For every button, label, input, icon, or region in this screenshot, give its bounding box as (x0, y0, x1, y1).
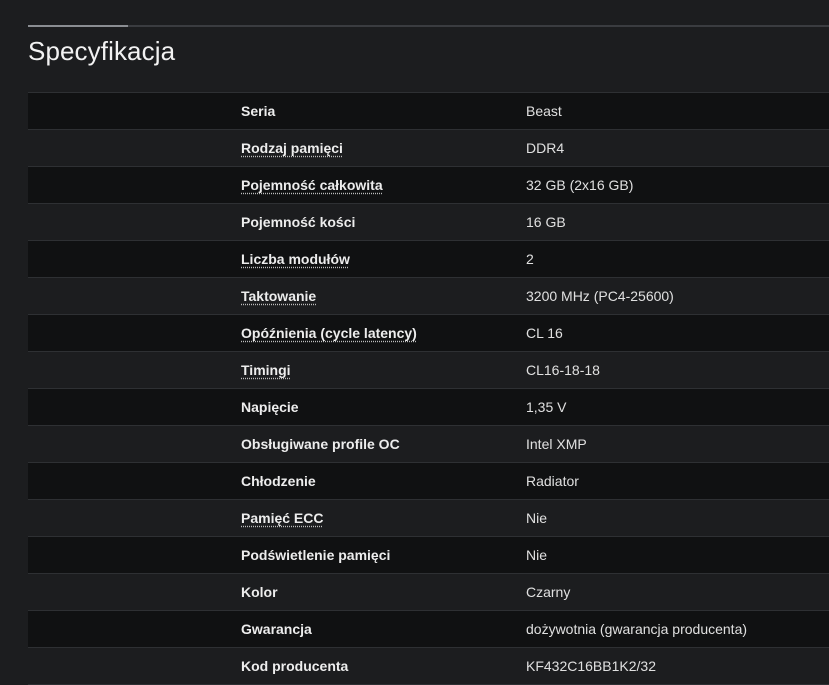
spec-value: Nie (526, 510, 548, 526)
spec-row: Liczba modułów 2 (28, 241, 829, 278)
spec-label-link[interactable]: Opóźnienia (cycle latency) (241, 315, 417, 351)
spec-value: 1,35 V (526, 399, 567, 415)
spec-value: 2 (526, 251, 534, 267)
spec-row: Obsługiwane profile OC Intel XMP (28, 426, 829, 463)
spec-value: KF432C16BB1K2/32 (526, 658, 656, 674)
spec-value: CL 16 (526, 325, 563, 341)
spec-value: Intel XMP (526, 436, 587, 452)
spec-label: Kod producenta (241, 658, 349, 674)
spec-row: Pojemność kości 16 GB (28, 204, 829, 241)
spec-label: Napięcie (241, 399, 299, 415)
spec-value: CL16-18-18 (526, 362, 600, 378)
spec-row: Napięcie 1,35 V (28, 389, 829, 426)
spec-value: 16 GB (526, 214, 566, 230)
spec-row: Taktowanie 3200 MHz (PC4-25600) (28, 278, 829, 315)
spec-row: Pamięć ECC Nie (28, 500, 829, 537)
spec-label-link[interactable]: Pojemność całkowita (241, 167, 383, 203)
spec-label: Obsługiwane profile OC (241, 436, 400, 452)
spec-value: Nie (526, 547, 548, 563)
spec-row: Timingi CL16-18-18 (28, 352, 829, 389)
spec-row: Rodzaj pamięci DDR4 (28, 130, 829, 167)
spec-row: Chłodzenie Radiator (28, 463, 829, 500)
spec-label: Pojemność kości (241, 214, 356, 230)
spec-value: DDR4 (526, 140, 565, 156)
spec-label-link[interactable]: Taktowanie (241, 278, 316, 314)
section-title: Specyfikacja (28, 36, 176, 66)
spec-row: Pojemność całkowita 32 GB (2x16 GB) (28, 167, 829, 204)
spec-row: Gwarancja dożywotnia (gwarancja producent… (28, 611, 829, 648)
spec-value: Czarny (526, 584, 571, 600)
spec-value: 3200 MHz (PC4-25600) (526, 288, 674, 304)
spec-label: Podświetlenie pamięci (241, 547, 391, 563)
spec-label: Chłodzenie (241, 473, 316, 489)
spec-label-link[interactable]: Pamięć ECC (241, 500, 323, 536)
tabs-divider (28, 25, 829, 27)
spec-label: Kolor (241, 584, 278, 600)
spec-label: Seria (241, 103, 276, 119)
active-tab-indicator (28, 25, 128, 27)
spec-row: Podświetlenie pamięci Nie (28, 537, 829, 574)
spec-value: dożywotnia (gwarancja producenta) (526, 621, 748, 637)
spec-label-link[interactable]: Liczba modułów (241, 241, 350, 277)
spec-value: 32 GB (2x16 GB) (526, 177, 634, 193)
spec-row: Kod producenta KF432C16BB1K2/32 (28, 648, 829, 685)
spec-table: Seria Beast Rodzaj pamięci DDR4 Pojemność ca… (28, 92, 829, 685)
spec-value: Radiator (526, 473, 579, 489)
spec-label-link[interactable]: Timingi (241, 352, 291, 388)
spec-row: Kolor Czarny (28, 574, 829, 611)
spec-label-link[interactable]: Rodzaj pamięci (241, 130, 343, 166)
spec-value: Beast (526, 103, 562, 119)
spec-row: Seria Beast (28, 93, 829, 130)
spec-label: Gwarancja (241, 621, 312, 637)
spec-row: Opóźnienia (cycle latency) CL 16 (28, 315, 829, 352)
